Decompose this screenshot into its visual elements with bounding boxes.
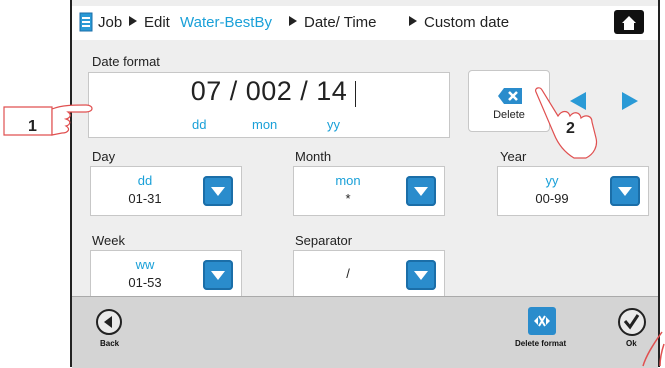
file-icon (79, 12, 93, 32)
hand-pointer-icon (3, 104, 93, 136)
separator-field[interactable]: / (293, 250, 445, 300)
date-format-value: 07 / 002 / 14 (190, 76, 348, 106)
day-dropdown-button[interactable] (203, 176, 233, 206)
month-code: mon (335, 173, 361, 188)
backspace-icon (498, 88, 522, 104)
year-code: yy (545, 173, 559, 188)
month-field[interactable]: mon * (293, 166, 445, 216)
separator-dropdown-button[interactable] (406, 260, 436, 290)
callout-2: 2 (566, 120, 575, 137)
week-field[interactable]: ww 01-53 (90, 250, 242, 300)
breadcrumb-date-time[interactable]: Date/ Time (304, 14, 377, 31)
delete-format-label: Delete format (515, 339, 567, 348)
date-part-year: yy (327, 117, 340, 132)
back-button[interactable] (96, 309, 122, 335)
year-field[interactable]: yy 00-99 (497, 166, 649, 216)
day-field[interactable]: dd 01-31 (90, 166, 242, 216)
breadcrumb-job[interactable]: Job (98, 14, 122, 31)
ok-label: Ok (626, 339, 637, 348)
breadcrumb-arrow-icon (289, 16, 297, 26)
day-code: dd (137, 173, 153, 188)
separator-label: Separator (295, 233, 353, 248)
month-label: Month (295, 149, 332, 164)
cursor-right-button[interactable] (622, 92, 638, 110)
breadcrumb-job-name[interactable]: Water-BestBy (180, 14, 272, 31)
callout-1: 1 (28, 118, 37, 135)
delete-format-icon (534, 315, 550, 327)
date-format-label: Date format (92, 54, 160, 69)
breadcrumb-arrow-icon (409, 16, 417, 26)
back-label: Back (100, 339, 120, 348)
date-part-day: dd (192, 117, 207, 132)
week-label: Week (92, 233, 125, 248)
date-part-month: mon (252, 117, 278, 132)
year-dropdown-button[interactable] (610, 176, 640, 206)
back-arrow-icon (104, 316, 112, 328)
year-label: Year (500, 149, 527, 164)
home-icon (622, 16, 636, 30)
year-range: 00-99 (535, 191, 569, 206)
bottom-toolbar: Back Delete format Ok (72, 296, 658, 368)
month-dropdown-button[interactable] (406, 176, 436, 206)
week-code: ww (135, 257, 155, 272)
week-range: 01-53 (128, 275, 162, 290)
separator-value: / (346, 266, 350, 281)
text-caret (355, 81, 356, 107)
breadcrumb: Job Edit Water-BestBy Date/ Time Custom … (72, 6, 658, 40)
week-dropdown-button[interactable] (203, 260, 233, 290)
day-range: 01-31 (128, 191, 162, 206)
month-range: * (345, 191, 351, 206)
breadcrumb-custom-date: Custom date (424, 14, 510, 31)
date-format-field[interactable]: 07 / 002 / 14 dd mon yy (88, 72, 450, 138)
home-button[interactable] (614, 10, 644, 34)
delete-format-button[interactable] (528, 307, 556, 335)
hand-pointer-icon (642, 331, 665, 367)
breadcrumb-edit[interactable]: Edit (144, 14, 170, 31)
breadcrumb-arrow-icon (129, 16, 137, 26)
